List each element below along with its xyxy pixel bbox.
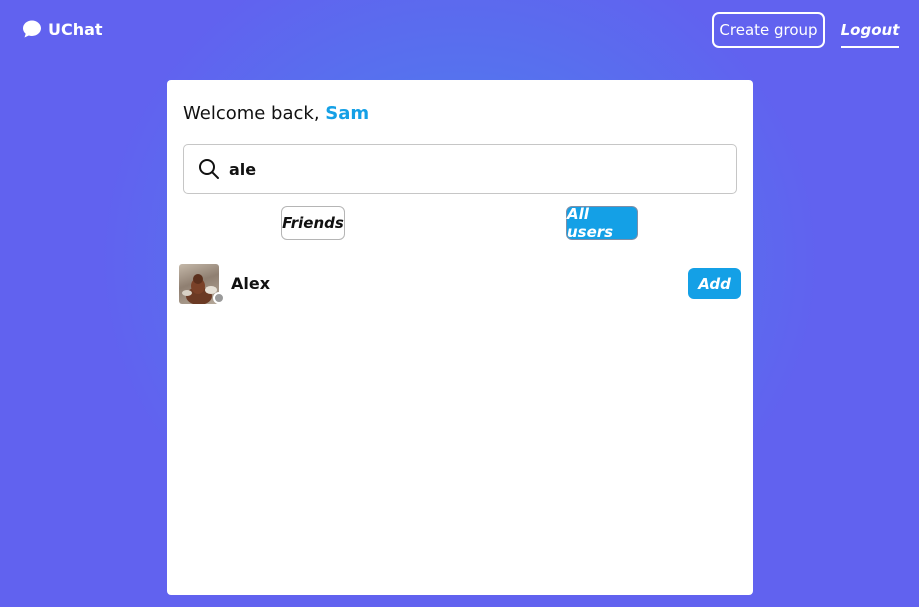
create-group-button[interactable]: Create group	[712, 12, 825, 48]
welcome-prefix: Welcome back,	[183, 103, 326, 124]
add-friend-button[interactable]: Add	[688, 268, 741, 299]
tab-all-users[interactable]: All users	[566, 205, 638, 241]
search-icon	[197, 157, 221, 181]
search-box[interactable]	[183, 144, 737, 194]
search-input[interactable]	[229, 159, 709, 179]
tab-friends[interactable]: Friends	[281, 206, 345, 240]
current-user-name: Sam	[325, 103, 370, 124]
user-list-item[interactable]: Alex Add	[179, 264, 741, 304]
main-panel: Welcome back, Sam Friends All users Alex…	[167, 80, 753, 595]
logout-link[interactable]: Logout	[841, 14, 899, 48]
status-indicator	[213, 292, 225, 304]
app-name: UChat	[48, 19, 103, 39]
app-brand[interactable]: UChat	[22, 19, 103, 39]
welcome-heading: Welcome back, Sam	[183, 103, 369, 124]
chat-bubble-icon	[22, 19, 42, 39]
user-name: Alex	[231, 274, 271, 293]
